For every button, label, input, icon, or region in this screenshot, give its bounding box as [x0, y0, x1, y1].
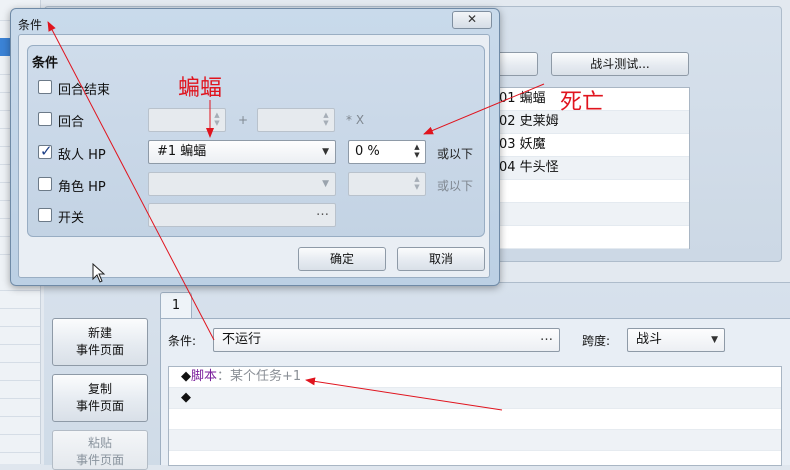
- arrow-script: [305, 377, 503, 411]
- arrow-condition: [47, 21, 215, 341]
- annotation-arrows: [47, 21, 545, 411]
- arrow-death: [423, 83, 545, 135]
